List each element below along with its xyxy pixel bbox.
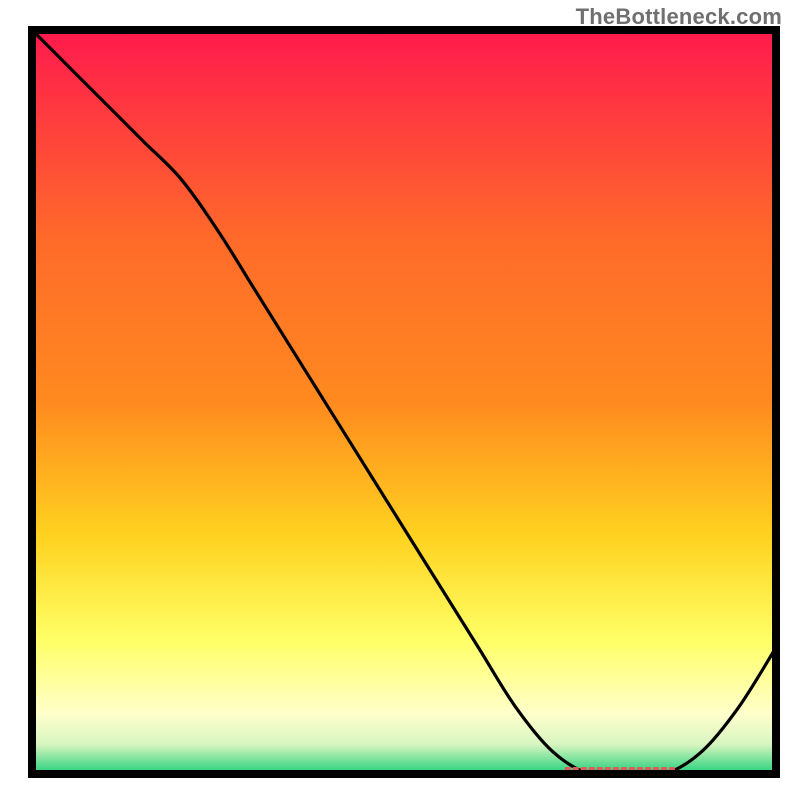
bottleneck-chart — [0, 0, 800, 800]
chart-container: TheBottleneck.com — [0, 0, 800, 800]
